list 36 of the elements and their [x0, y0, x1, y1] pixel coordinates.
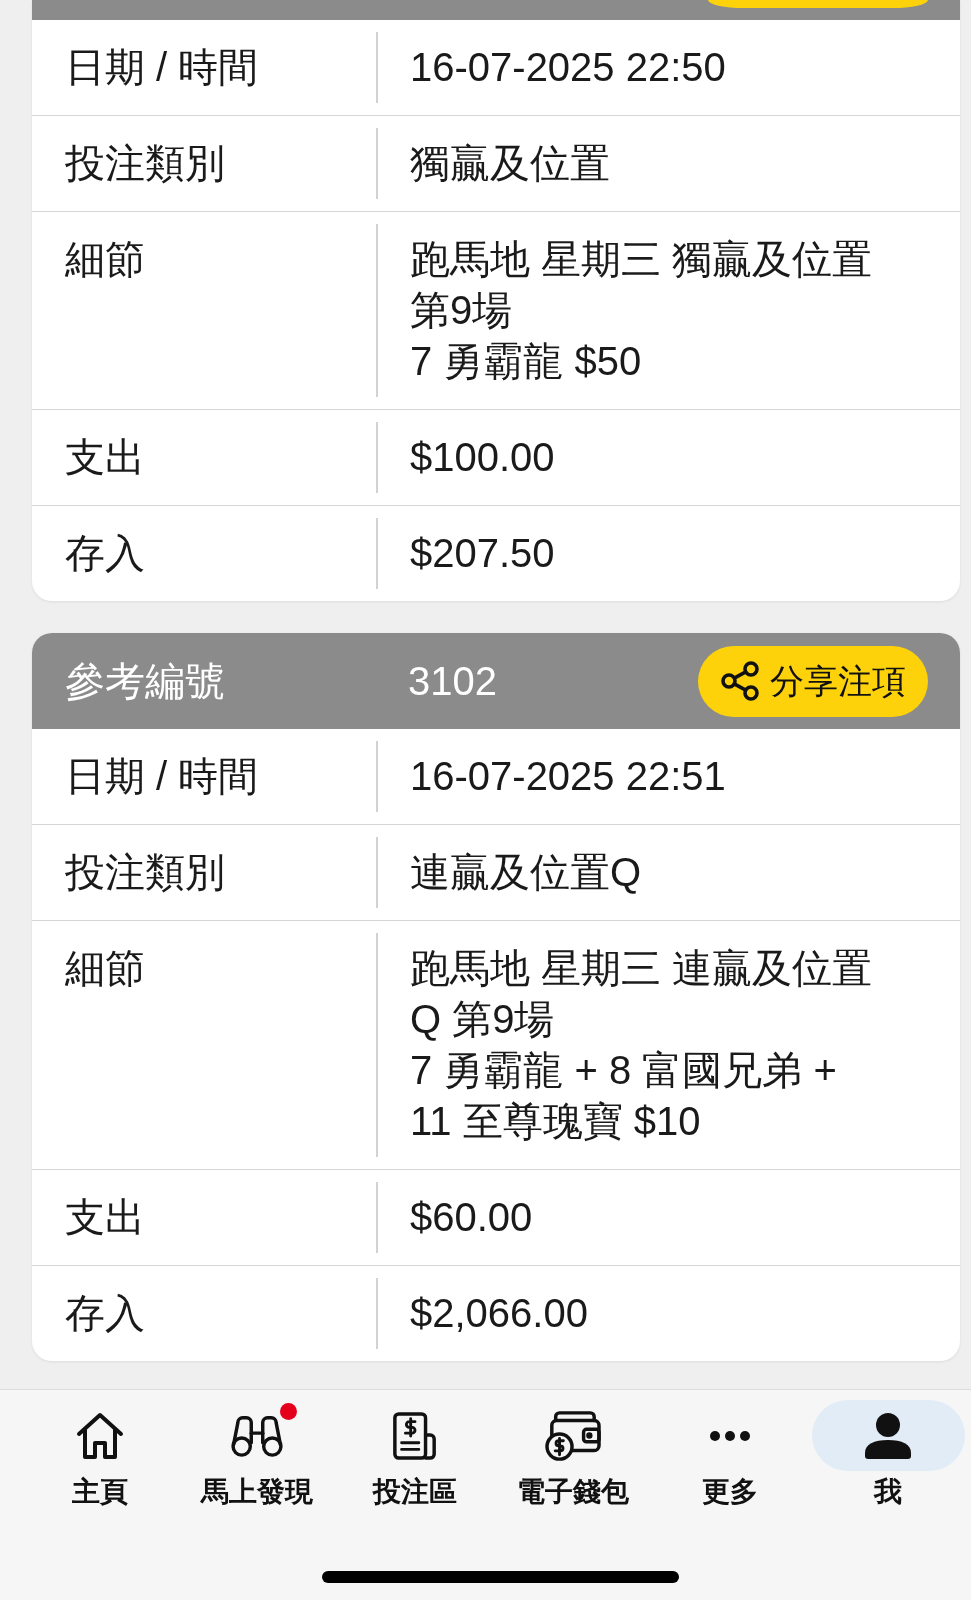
nav-item[interactable]: 電子錢包: [494, 1400, 652, 1510]
share-icon: [720, 661, 760, 701]
more-icon: [710, 1430, 751, 1441]
field-label: 日期 / 時間: [65, 44, 260, 91]
nav-item[interactable]: 馬上發現: [178, 1400, 337, 1510]
field-label: 支出: [65, 1194, 146, 1241]
field-value: $60.00: [410, 1194, 533, 1241]
field-label: 細節: [65, 236, 146, 283]
header-label: 參考編號: [64, 658, 226, 705]
binoculars-icon: [230, 1413, 285, 1458]
share-button[interactable]: [708, 0, 928, 8]
field-value: 獨贏及位置: [410, 140, 610, 187]
nav-item[interactable]: 主頁: [21, 1400, 179, 1510]
reference-number: 3102: [407, 658, 497, 705]
nav-item[interactable]: 投注區: [336, 1400, 494, 1510]
field-label: 投注類別: [65, 849, 226, 896]
field-label: 投注類別: [65, 140, 226, 187]
field-value: $207.50: [410, 530, 555, 577]
field-label: 細節: [65, 945, 146, 992]
field-value: 跑馬地 星期三 連贏及位置 Q 第9場 7 勇霸龍 + 8 富國兄弟 + 11 至尊瑰寶 $10: [410, 945, 873, 1145]
field-value: 16-07-2025 22:51: [410, 753, 726, 800]
field-value: 16-07-2025 22:50: [410, 44, 726, 91]
field-value: 跑馬地 星期三 獨贏及位置 第9場 7 勇霸龍 $50: [410, 236, 873, 385]
wallet-coin-icon: [543, 1409, 602, 1462]
bet-slip-icon: [392, 1410, 439, 1461]
share-button[interactable]: 分享注項: [698, 645, 928, 717]
field-label: 存入: [65, 530, 146, 577]
field-label: 存入: [65, 1290, 146, 1337]
field-value: $100.00: [410, 434, 555, 481]
person-icon: [865, 1412, 912, 1459]
nav-item[interactable]: 更多: [651, 1400, 810, 1510]
field-value: 連贏及位置Q: [410, 849, 642, 896]
field-label: 支出: [65, 434, 146, 481]
field-value: $2,066.00: [410, 1290, 588, 1337]
home-icon: [75, 1411, 124, 1460]
field-label: 日期 / 時間: [65, 753, 260, 800]
